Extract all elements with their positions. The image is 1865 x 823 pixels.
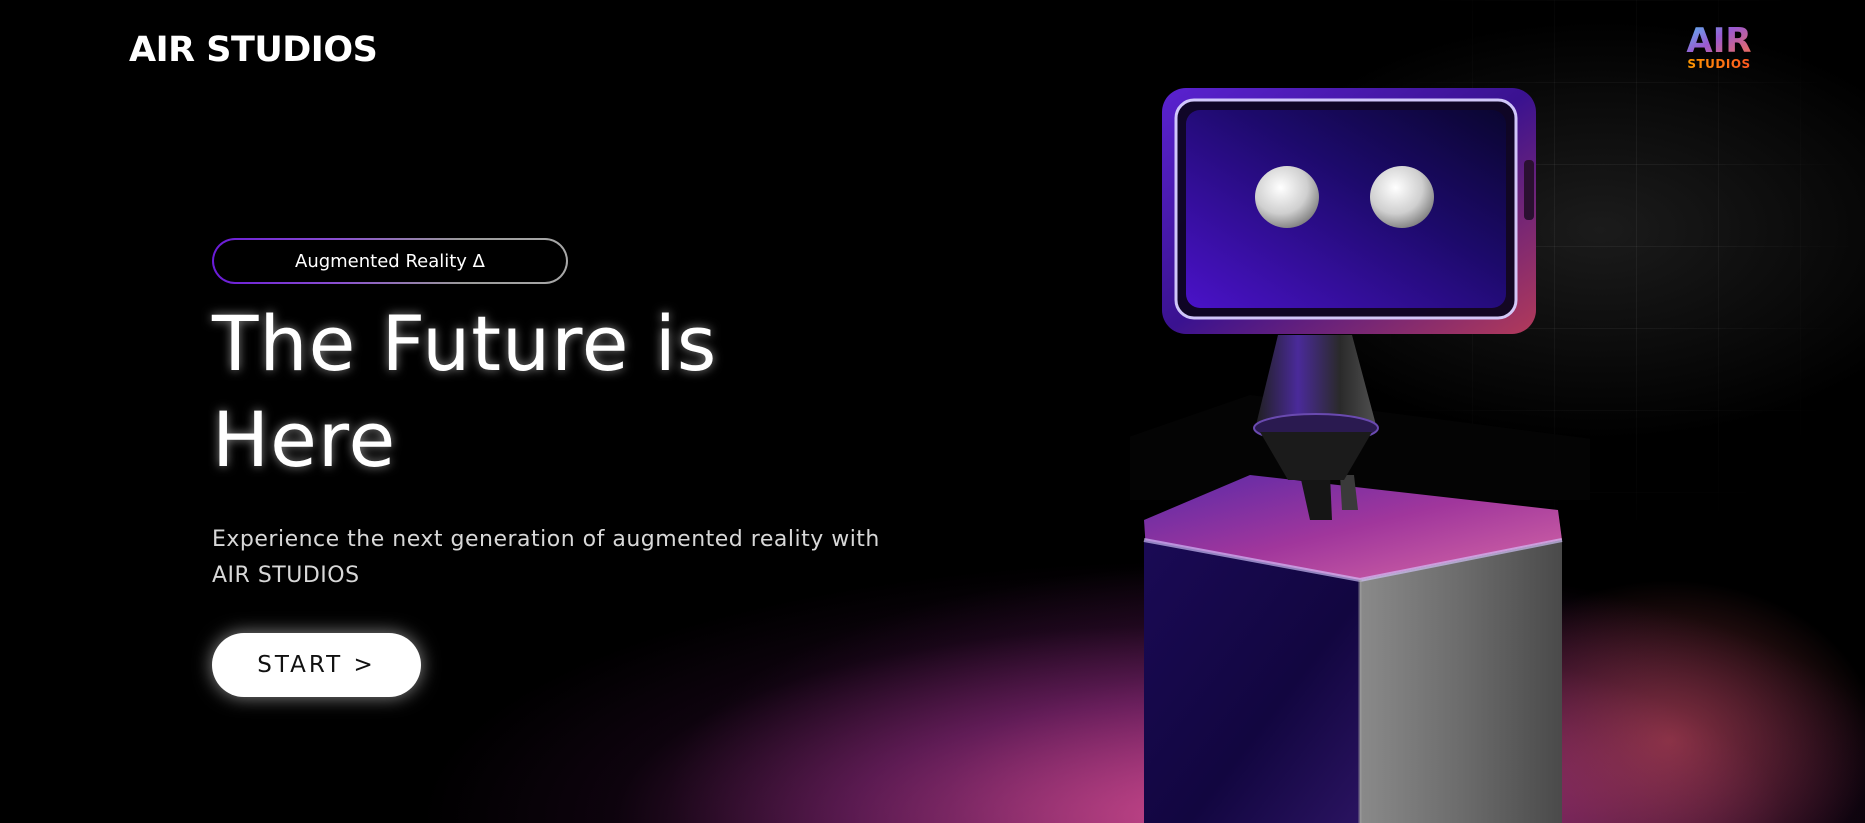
- badge-label: Augmented Reality Δ: [214, 240, 566, 282]
- logo-bottom-text: STUDIOS: [1687, 57, 1750, 71]
- hero-subtitle: Experience the next generation of augmen…: [212, 527, 880, 588]
- start-button[interactable]: START >: [212, 633, 421, 697]
- landing-page: AIR STUDIOS AIR STUDIOS Augmented Realit…: [0, 0, 1865, 823]
- hero-headline: The Future is Here: [212, 299, 718, 484]
- air-studios-logo[interactable]: AIR STUDIOS: [1678, 22, 1760, 74]
- augmented-reality-badge: Augmented Reality Δ: [212, 238, 568, 284]
- brand-title[interactable]: AIR STUDIOS: [129, 30, 378, 70]
- robot-illustration: [1130, 88, 1590, 823]
- logo-top-text: AIR: [1686, 22, 1751, 61]
